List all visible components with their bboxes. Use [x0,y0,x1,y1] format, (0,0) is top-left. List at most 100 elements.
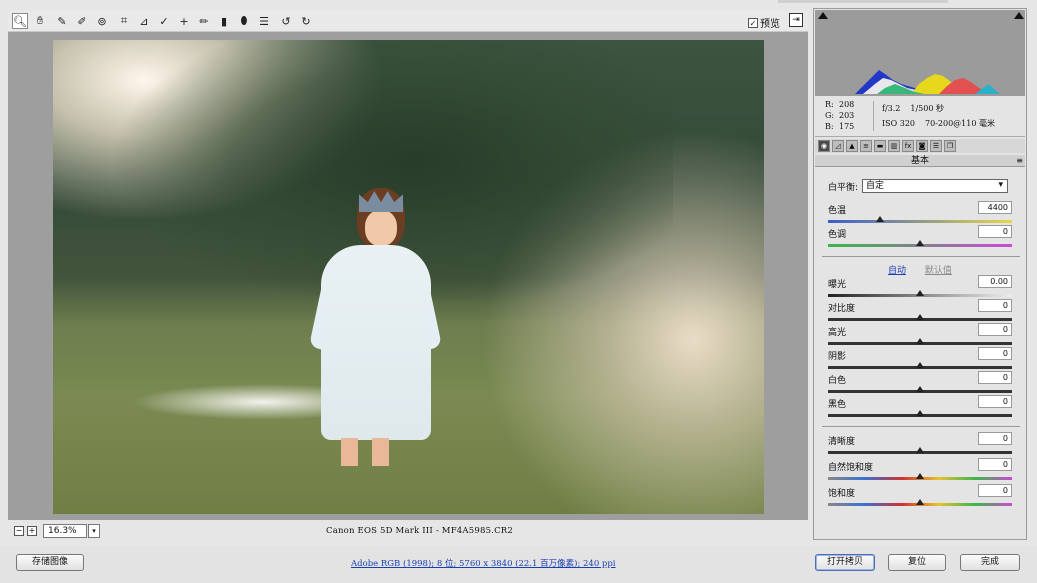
fullscreen-icon[interactable]: ⇥ [789,13,803,27]
photo-preview [53,40,764,514]
white-balance-icon[interactable]: ✎ [54,13,70,29]
tab-hsl-icon[interactable]: ≡ [860,140,872,152]
b-label: B: [825,122,834,131]
reset-button[interactable]: 复位 [888,554,946,571]
radial-filter-icon[interactable]: ⬮ [236,13,252,29]
done-button[interactable]: 完成 [960,554,1020,571]
temp-field[interactable]: 4400 [978,201,1012,214]
zoom-dropdown-button[interactable]: ▾ [88,524,100,538]
camera-info-label: Canon EOS 5D Mark III - MF4A5985.CR2 [326,526,513,536]
default-link[interactable]: 默认值 [925,266,952,276]
save-image-button[interactable]: 存储图像 [16,554,84,571]
hand-icon[interactable]: ✋︎ [32,13,48,29]
highlight-clipping-icon[interactable] [1014,12,1024,19]
g-value: 203 [839,111,855,120]
zoom-in-button[interactable]: + [27,526,37,536]
clarity-label: 清晰度 [828,437,856,447]
section-menu-icon[interactable]: ≡ [1016,155,1023,167]
histogram [815,10,1025,96]
shadow-clipping-icon[interactable] [818,12,828,19]
blacks-thumb[interactable] [916,410,924,416]
histogram-graph [855,70,1005,94]
tab-effects-icon[interactable]: fx [902,140,914,152]
saturation-thumb[interactable] [916,499,924,505]
shadows-thumb[interactable] [916,362,924,368]
b-value: 175 [839,122,855,131]
spot-removal-icon[interactable]: ✓ [156,13,172,29]
red-eye-icon[interactable]: + [176,13,192,29]
tab-basic-icon[interactable]: ◉ [818,140,830,152]
divider [822,256,1020,257]
tab-lens-icon[interactable]: ▥ [888,140,900,152]
blacks-label: 黑色 [828,400,847,410]
adjustment-brush-icon[interactable]: ✏ [196,13,212,29]
rgb-values: R: 208 G: 203 B: 175 [825,99,855,132]
adjustment-panel: R: 208 G: 203 B: 175 f/3.2 1/500 秒 ISO 320 70… [813,8,1027,540]
whites-thumb[interactable] [916,386,924,392]
auto-default-row: 自动 默认值 [888,263,952,276]
image-preview-area[interactable] [8,32,808,520]
exposure-field[interactable]: 0.00 [978,275,1012,288]
graduated-filter-icon[interactable]: ▮ [216,13,232,29]
color-sampler-icon[interactable]: ✐ [74,13,90,29]
rotate-ccw-icon[interactable]: ↺ [278,13,294,29]
clarity-field[interactable]: 0 [978,432,1012,445]
white-balance-select[interactable]: 自定 [862,179,1009,193]
blacks-field[interactable]: 0 [978,395,1012,408]
highlights-field[interactable]: 0 [978,323,1012,336]
preview-label: 预览 [760,19,780,30]
target-adjust-icon[interactable]: ⊚ [94,13,110,29]
straighten-icon[interactable]: ⊿ [136,13,152,29]
zoom-out-button[interactable]: − [14,526,24,536]
pixel-readout: R: 208 G: 203 B: 175 f/3.2 1/500 秒 ISO 320 70… [815,97,1025,137]
tint-field[interactable]: 0 [978,225,1012,238]
shutter-value: 1/500 秒 [910,104,944,113]
saturation-field[interactable]: 0 [978,484,1012,497]
auto-link[interactable]: 自动 [888,266,906,276]
zoom-level-field[interactable]: 16.3% [43,524,87,538]
clarity-thumb[interactable] [916,447,924,453]
preferences-icon[interactable]: ☰ [256,13,272,29]
shadows-field[interactable]: 0 [978,347,1012,360]
contrast-thumb[interactable] [916,314,924,320]
saturation-label: 饱和度 [828,489,856,499]
r-value: 208 [839,100,855,109]
aperture-value: f/3.2 [882,104,901,113]
contrast-field[interactable]: 0 [978,299,1012,312]
toolbar: 🔍︎ ✋︎ ✎ ✐ ⊚ ⌗ ⊿ ✓ + ✏ ▮ ⬮ ☰ ↺ ↻ ✓ 预览 ⇥ [8,10,808,32]
temp-thumb[interactable] [875,216,884,222]
section-title: 基本 ≡ [815,155,1025,167]
whites-label: 白色 [828,376,847,386]
whites-field[interactable]: 0 [978,371,1012,384]
workflow-options-link[interactable]: Adobe RGB (1998); 8 位; 5760 x 3840 (22.1… [351,557,616,569]
r-label: R: [825,100,834,109]
exposure-thumb[interactable] [916,290,924,296]
highlights-thumb[interactable] [916,338,924,344]
temp-label: 色温 [828,206,847,216]
bottom-bar: 存储图像 Adobe RGB (1998); 8 位; 5760 x 3840 … [0,546,1037,583]
vibrance-thumb[interactable] [916,473,924,479]
zoom-bar: − + 16.3% ▾ Canon EOS 5D Mark III - MF4A… [8,522,808,540]
tab-split-toning-icon[interactable]: ▬ [874,140,886,152]
lens-value: 70-200@110 毫米 [925,119,995,128]
vibrance-field[interactable]: 0 [978,458,1012,471]
tint-label: 色调 [828,230,847,240]
tint-thumb[interactable] [916,240,924,246]
white-balance-label: 白平衡: [828,182,859,193]
temp-track[interactable] [828,220,1012,223]
preview-toggle[interactable]: ✓ 预览 [748,15,780,30]
crop-icon[interactable]: ⌗ [116,13,132,29]
open-copy-button[interactable]: 打开拷贝 [815,554,875,571]
tab-snapshots-icon[interactable]: ❐ [944,140,956,152]
tab-camera-calibration-icon[interactable]: ◙ [916,140,928,152]
zoom-icon[interactable]: 🔍︎ [12,13,28,29]
tab-presets-icon[interactable]: ☰ [930,140,942,152]
title-bar-stub [778,0,948,3]
tab-tone-curve-icon[interactable]: ◿ [832,140,844,152]
divider [822,426,1020,427]
rotate-cw-icon[interactable]: ↻ [298,13,314,29]
white-balance-row: 白平衡: 自定 [828,179,1009,193]
tab-detail-icon[interactable]: ▲ [846,140,858,152]
highlights-label: 高光 [828,328,847,338]
preview-checkbox[interactable]: ✓ [748,17,758,28]
